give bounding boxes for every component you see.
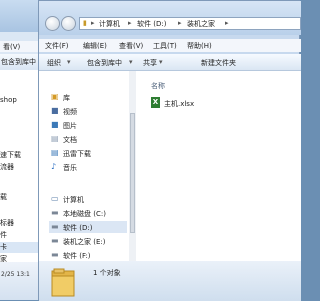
background-window-titlebar [0, 0, 40, 32]
breadcrumb-drive-d[interactable]: 软件 (D:) [137, 19, 166, 29]
include-in-library-button[interactable]: 包含到库中 [87, 58, 122, 68]
list-item[interactable]: shop [0, 96, 17, 104]
chevron-right-icon[interactable]: ▸ [91, 19, 95, 27]
background-statusbar: 2/25 13:1 [0, 262, 40, 300]
list-item[interactable]: 速下载 [0, 150, 21, 160]
list-item[interactable]: 流器 [0, 162, 14, 172]
breadcrumb-folder[interactable]: 装机之家 [187, 19, 215, 29]
column-header-name[interactable]: 名称 [151, 81, 165, 91]
drive-icon: ▬ [51, 208, 59, 217]
list-item[interactable]: 标器 [0, 218, 14, 228]
list-item[interactable]: X 主机.xlsx [151, 97, 221, 109]
nav-music[interactable]: ♪ 音乐 [49, 161, 127, 173]
nav-library[interactable]: ▣ 库 [49, 91, 127, 103]
drive-icon: ▬ [51, 250, 59, 259]
nav-drive-e[interactable]: ▬ 装机之家 (E:) [49, 235, 127, 247]
background-command-bar: 包含到库中 [0, 54, 40, 68]
menu-edit[interactable]: 编辑(E) [83, 41, 107, 51]
list-item[interactable]: 载 [0, 192, 7, 202]
file-name: 主机.xlsx [164, 100, 195, 108]
nav-drive-d[interactable]: ▬ 软件 (D:) [49, 221, 127, 233]
statusbar: 1 个对象 [39, 261, 301, 301]
chevron-down-icon[interactable]: ▾ [159, 58, 163, 66]
download-icon: ▤ [51, 148, 59, 157]
new-folder-button[interactable]: 新建文件夹 [201, 58, 236, 68]
background-include-library[interactable]: 包含到库中 [1, 57, 36, 67]
background-menubar: 看(V) [0, 41, 40, 52]
chevron-right-icon[interactable]: ▸ [128, 19, 132, 27]
address-bar[interactable]: ▮ ▸ 计算机 ▸ 软件 (D:) ▸ 装机之家 ▸ [79, 17, 301, 30]
background-file-list: shop 速下载 流器 载 标器 件 卡 家 [0, 70, 40, 270]
file-list: 名称 X 主机.xlsx [137, 71, 301, 261]
back-button[interactable] [45, 16, 60, 31]
list-item[interactable]: 件 [0, 230, 7, 240]
background-menu-view[interactable]: 看(V) [3, 42, 20, 52]
command-bar: 组织 ▾ 包含到库中 ▾ 共享 ▾ 新建文件夹 [39, 54, 301, 71]
folder-icon: ▮ [83, 19, 87, 27]
chevron-right-icon[interactable]: ▸ [178, 19, 182, 27]
menu-tools[interactable]: 工具(T) [153, 41, 177, 51]
background-status-date: 2/25 13:1 [1, 271, 30, 278]
navigation-pane: ▣ 库 ■ 视频 ■ 图片 ▤ 文档 ▤ 迅雷下载 ♪ 音乐 ▭ 计算机 ▬ 本… [39, 71, 130, 261]
picture-icon: ■ [51, 120, 59, 129]
breadcrumb-computer[interactable]: 计算机 [99, 19, 120, 29]
nav-scrollbar[interactable] [129, 71, 136, 261]
nav-drive-f[interactable]: ▬ 软件 (F:) [49, 249, 127, 261]
chevron-right-icon[interactable]: ▸ [225, 19, 229, 27]
menu-view[interactable]: 查看(V) [119, 41, 143, 51]
scrollbar-thumb[interactable] [130, 113, 135, 233]
menu-file[interactable]: 文件(F) [45, 41, 69, 51]
share-button[interactable]: 共享 [143, 58, 157, 68]
list-item[interactable]: 卡 [0, 242, 40, 253]
chevron-down-icon[interactable]: ▾ [129, 58, 133, 66]
background-window: 看(V) 包含到库中 shop 速下载 流器 载 标器 件 卡 家 2/25 1… [0, 0, 41, 300]
nav-pictures[interactable]: ■ 图片 [49, 119, 127, 131]
status-item-count: 1 个对象 [93, 269, 121, 277]
chevron-down-icon[interactable]: ▾ [67, 58, 71, 66]
folder-icon [51, 267, 75, 297]
excel-file-icon: X [151, 97, 160, 108]
forward-button[interactable] [61, 16, 76, 31]
video-icon: ■ [51, 106, 59, 115]
nav-thunder-downloads[interactable]: ▤ 迅雷下载 [49, 147, 127, 159]
music-icon: ♪ [51, 162, 57, 171]
nav-videos[interactable]: ■ 视频 [49, 105, 127, 117]
document-icon: ▤ [51, 134, 59, 143]
menubar: 文件(F) 编辑(E) 查看(V) 工具(T) 帮助(H) [39, 39, 301, 52]
library-icon: ▣ [51, 92, 59, 101]
organize-button[interactable]: 组织 [47, 58, 61, 68]
nav-drive-c[interactable]: ▬ 本地磁盘 (C:) [49, 207, 127, 219]
drive-icon: ▬ [51, 236, 59, 245]
nav-documents[interactable]: ▤ 文档 [49, 133, 127, 145]
titlebar: ▮ ▸ 计算机 ▸ 软件 (D:) ▸ 装机之家 ▸ [39, 1, 301, 35]
menu-help[interactable]: 帮助(H) [187, 41, 212, 51]
drive-icon: ▬ [51, 222, 59, 231]
nav-computer[interactable]: ▭ 计算机 [49, 193, 127, 205]
explorer-window: ▮ ▸ 计算机 ▸ 软件 (D:) ▸ 装机之家 ▸ 文件(F) 编辑(E) 查… [38, 0, 301, 301]
content-area: ▣ 库 ■ 视频 ■ 图片 ▤ 文档 ▤ 迅雷下载 ♪ 音乐 ▭ 计算机 ▬ 本… [39, 71, 301, 261]
computer-icon: ▭ [51, 194, 59, 203]
